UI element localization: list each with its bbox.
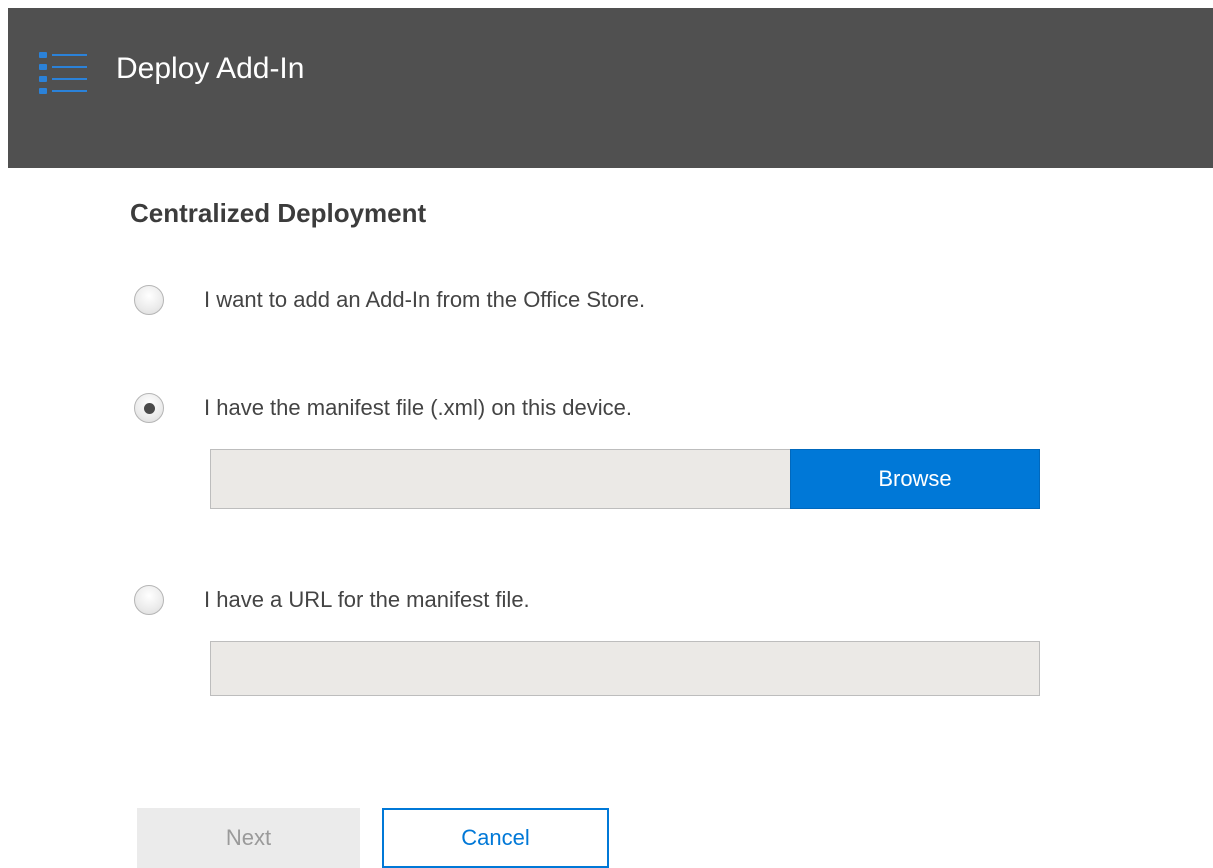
- page-title: Deploy Add-In: [116, 52, 305, 85]
- manifest-file-radio[interactable]: [134, 393, 164, 423]
- cancel-button[interactable]: Cancel: [382, 808, 609, 868]
- manifest-url-label: I have a URL for the manifest file.: [204, 587, 530, 612]
- manifest-file-path-field[interactable]: [210, 449, 790, 509]
- header: Deploy Add-In: [0, 0, 1213, 168]
- option-office-store[interactable]: I want to add an Add-In from the Office …: [134, 285, 645, 315]
- manifest-url-field[interactable]: [210, 641, 1040, 696]
- browse-button[interactable]: Browse: [790, 449, 1040, 509]
- next-button[interactable]: Next: [137, 808, 360, 868]
- manifest-file-label: I have the manifest file (.xml) on this …: [204, 395, 632, 420]
- option-manifest-file[interactable]: I have the manifest file (.xml) on this …: [134, 393, 632, 423]
- list-icon: [39, 52, 87, 94]
- option-manifest-url[interactable]: I have a URL for the manifest file.: [134, 585, 530, 615]
- office-store-label: I want to add an Add-In from the Office …: [204, 287, 646, 312]
- office-store-radio[interactable]: [134, 285, 164, 315]
- header-bar: [8, 8, 1213, 168]
- manifest-url-radio[interactable]: [134, 585, 164, 615]
- section-title: Centralized Deployment: [130, 198, 427, 228]
